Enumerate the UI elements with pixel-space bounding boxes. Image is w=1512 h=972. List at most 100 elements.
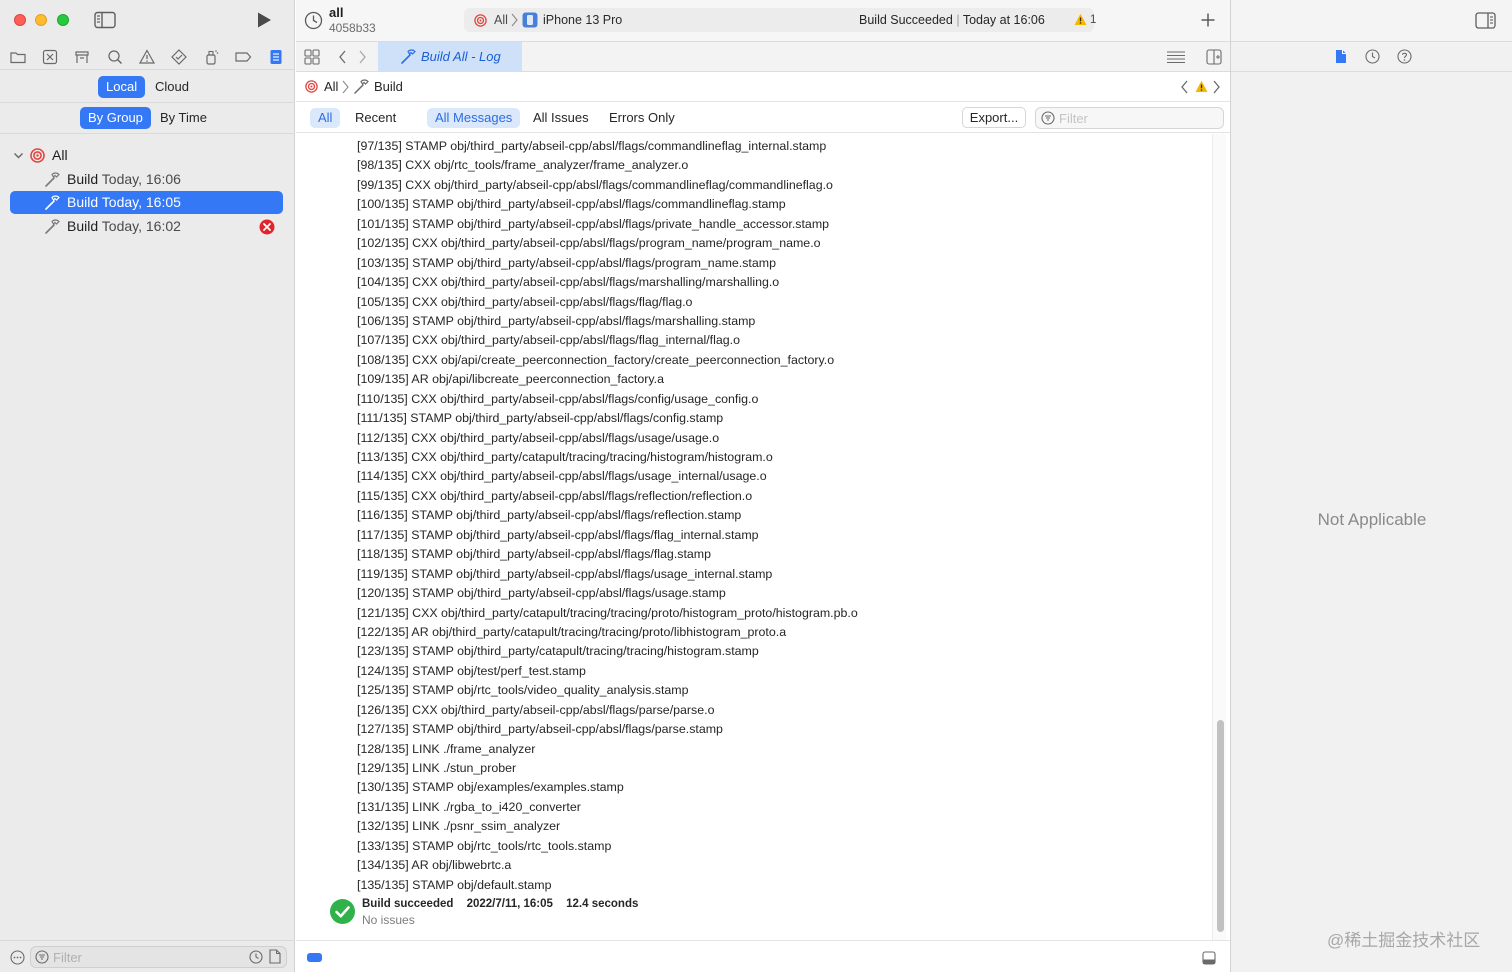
run-button[interactable] [255, 11, 273, 29]
log-line: [135/135] STAMP obj/default.stamp [357, 877, 552, 892]
symbol-icon[interactable] [73, 48, 91, 66]
log-line: [132/135] LINK ./psnr_ssim_analyzer [357, 819, 561, 834]
log-line: [105/135] CXX obj/third_party/abseil-cpp… [357, 294, 693, 309]
build-row-1606[interactable]: Build Today, 16:06 [10, 168, 283, 191]
log-line: [107/135] CXX obj/third_party/abseil-cpp… [357, 333, 740, 348]
log-line: [113/135] CXX obj/third_party/catapult/t… [357, 450, 773, 464]
status-separator: | [956, 13, 960, 27]
filter-recent[interactable]: Recent [347, 108, 404, 128]
build-date: 2022/7/11, 16:05 [466, 898, 553, 910]
file-inspector-icon[interactable] [1335, 49, 1347, 64]
segment-local[interactable]: Local [98, 76, 146, 98]
forward-chevron-icon[interactable] [358, 50, 367, 64]
navigator-panel: Local Cloud By Group By Time All Build T… [0, 0, 295, 972]
log-line: [109/135] AR obj/api/libcreate_peerconne… [357, 372, 664, 387]
build-time: Today, 16:02 [101, 218, 181, 234]
report-icon[interactable] [267, 48, 285, 66]
segment-by-time[interactable]: By Time [152, 107, 215, 129]
log-line: [110/135] CXX obj/third_party/abseil-cpp… [357, 391, 759, 406]
progress-indicator-icon[interactable] [307, 953, 322, 962]
log-lines: [97/135] STAMP obj/third_party/abseil-cp… [357, 137, 858, 895]
segment-by-group[interactable]: By Group [80, 107, 151, 129]
filter-all-messages[interactable]: All Messages [427, 108, 521, 128]
log-line: [125/135] STAMP obj/rtc_tools/video_qual… [357, 683, 689, 698]
filter-icon [35, 950, 49, 964]
navigator-filter-input[interactable]: Filter [30, 946, 287, 968]
lines-icon[interactable] [1166, 50, 1186, 64]
window-toolbar: all 4058b33 All iPhone 13 Pro Build Succ… [296, 0, 1230, 42]
build-status: Build Succeeded | Today at 16:06 [859, 13, 1045, 27]
divider [0, 133, 295, 134]
build-label: Build [67, 171, 99, 187]
history-clock-icon[interactable] [304, 11, 323, 30]
chevron-right-icon [342, 80, 349, 94]
sidebar-toggle-icon[interactable] [94, 11, 116, 29]
hammer-icon [400, 48, 417, 65]
recent-clock-icon[interactable] [249, 950, 263, 964]
history-inspector-icon[interactable] [1365, 49, 1380, 64]
build-row-1602[interactable]: Build Today, 16:02 [10, 215, 283, 238]
hammer-icon [353, 78, 370, 95]
help-inspector-icon[interactable] [1397, 49, 1412, 64]
breadcrumb: All Build [296, 72, 1230, 102]
debug-spray-icon[interactable] [202, 48, 220, 66]
issue-warning-icon[interactable] [138, 48, 156, 66]
toggle-debug-area-icon[interactable] [1202, 951, 1216, 965]
inspector-toolbar [1231, 0, 1512, 42]
log-line: [116/135] STAMP obj/third_party/abseil-c… [357, 508, 742, 523]
log-line: [123/135] STAMP obj/third_party/catapult… [357, 644, 759, 659]
source-control-icon[interactable] [41, 48, 59, 66]
warning-triangle-icon[interactable] [1195, 80, 1208, 93]
log-line: [108/135] CXX obj/api/create_peerconnect… [357, 352, 835, 367]
log-line: [126/135] CXX obj/third_party/abseil-cpp… [357, 702, 715, 717]
inspector-toggle-icon[interactable] [1475, 12, 1496, 29]
issues-summary: No issues [362, 913, 415, 927]
document-icon[interactable] [269, 949, 281, 964]
split-editor-icon[interactable] [1206, 49, 1222, 65]
tree-root-label[interactable]: All [52, 147, 68, 163]
scrollbar-thumb[interactable] [1217, 720, 1224, 932]
zoom-window-button[interactable] [57, 14, 69, 26]
folder-icon[interactable] [9, 48, 27, 66]
test-diamond-icon[interactable] [170, 48, 188, 66]
log-line: [98/135] CXX obj/rtc_tools/frame_analyze… [357, 158, 689, 173]
build-row-1605[interactable]: Build Today, 16:05 [10, 191, 283, 214]
breadcrumb-build[interactable]: Build [374, 79, 403, 94]
warning-count: 1 [1090, 14, 1097, 26]
close-window-button[interactable] [14, 14, 26, 26]
log-filter-input[interactable]: Filter [1035, 107, 1224, 129]
more-options-icon[interactable] [10, 950, 25, 965]
tab-build-log[interactable]: Build All - Log [378, 42, 522, 72]
log-line: [99/135] CXX obj/third_party/abseil-cpp/… [357, 177, 833, 192]
breadcrumb-all[interactable]: All [324, 79, 338, 94]
export-button[interactable]: Export... [962, 107, 1026, 128]
segment-cloud[interactable]: Cloud [147, 76, 197, 98]
filter-errors-only[interactable]: Errors Only [601, 108, 683, 128]
build-summary: Build succeeded 2022/7/11, 16:05 12.4 se… [330, 898, 890, 938]
add-icon[interactable] [1200, 12, 1216, 28]
error-badge-icon [259, 219, 275, 235]
back-chevron-icon[interactable] [338, 50, 347, 64]
minimize-window-button[interactable] [35, 14, 47, 26]
log-line: [102/135] CXX obj/third_party/abseil-cpp… [357, 236, 821, 251]
disclosure-chevron-icon[interactable] [13, 150, 24, 161]
build-time: Today, 16:06 [101, 171, 181, 187]
run-destination[interactable]: iPhone 13 Pro [543, 13, 622, 27]
breakpoint-icon[interactable] [234, 48, 252, 66]
filter-all-issues[interactable]: All Issues [525, 108, 597, 128]
next-issue-icon[interactable] [1212, 80, 1221, 94]
warning-triangle-icon[interactable] [1074, 13, 1087, 26]
divider [0, 102, 295, 103]
success-check-icon [330, 899, 355, 924]
activity-view: All iPhone 13 Pro Build Succeeded | Toda… [464, 8, 1097, 32]
filter-all[interactable]: All [310, 108, 341, 128]
log-line: [118/135] STAMP obj/third_party/abseil-c… [357, 547, 712, 562]
previous-issue-icon[interactable] [1180, 80, 1189, 94]
search-icon[interactable] [106, 48, 124, 66]
grid-icon[interactable] [304, 49, 320, 65]
scheme-name[interactable]: all [329, 5, 343, 20]
hammer-icon [44, 171, 61, 188]
scheme-selector[interactable]: All [494, 13, 508, 27]
watermark: @稀土掘金技术社区 [1327, 931, 1481, 950]
vertical-scrollbar[interactable] [1212, 134, 1226, 940]
